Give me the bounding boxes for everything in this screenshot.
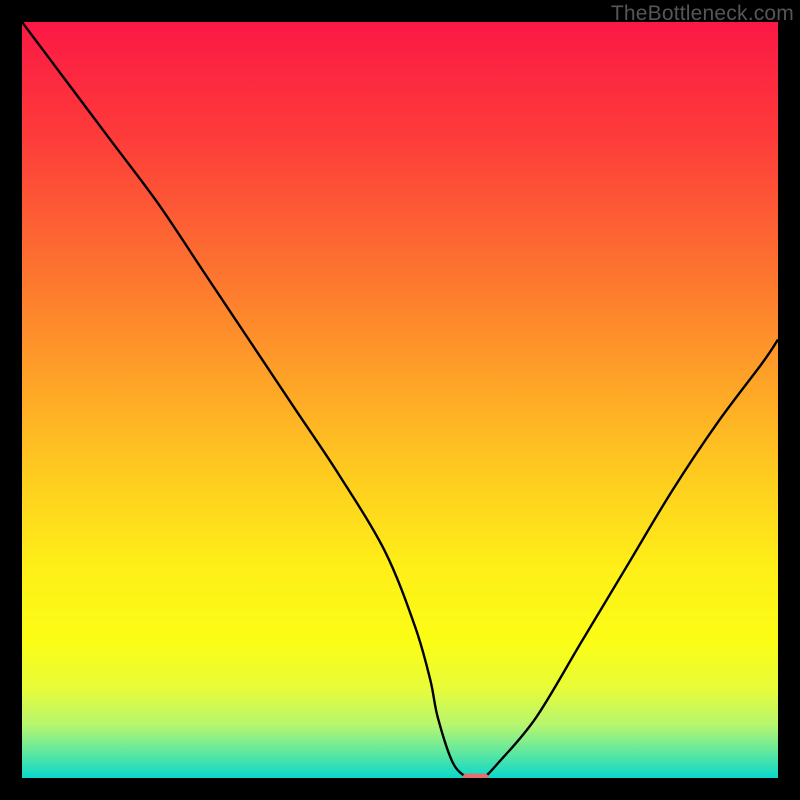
chart-canvas [22,22,778,778]
gradient-background [22,22,778,778]
bottleneck-chart [22,22,778,778]
optimal-marker [462,773,488,778]
attribution-label: TheBottleneck.com [611,2,794,26]
